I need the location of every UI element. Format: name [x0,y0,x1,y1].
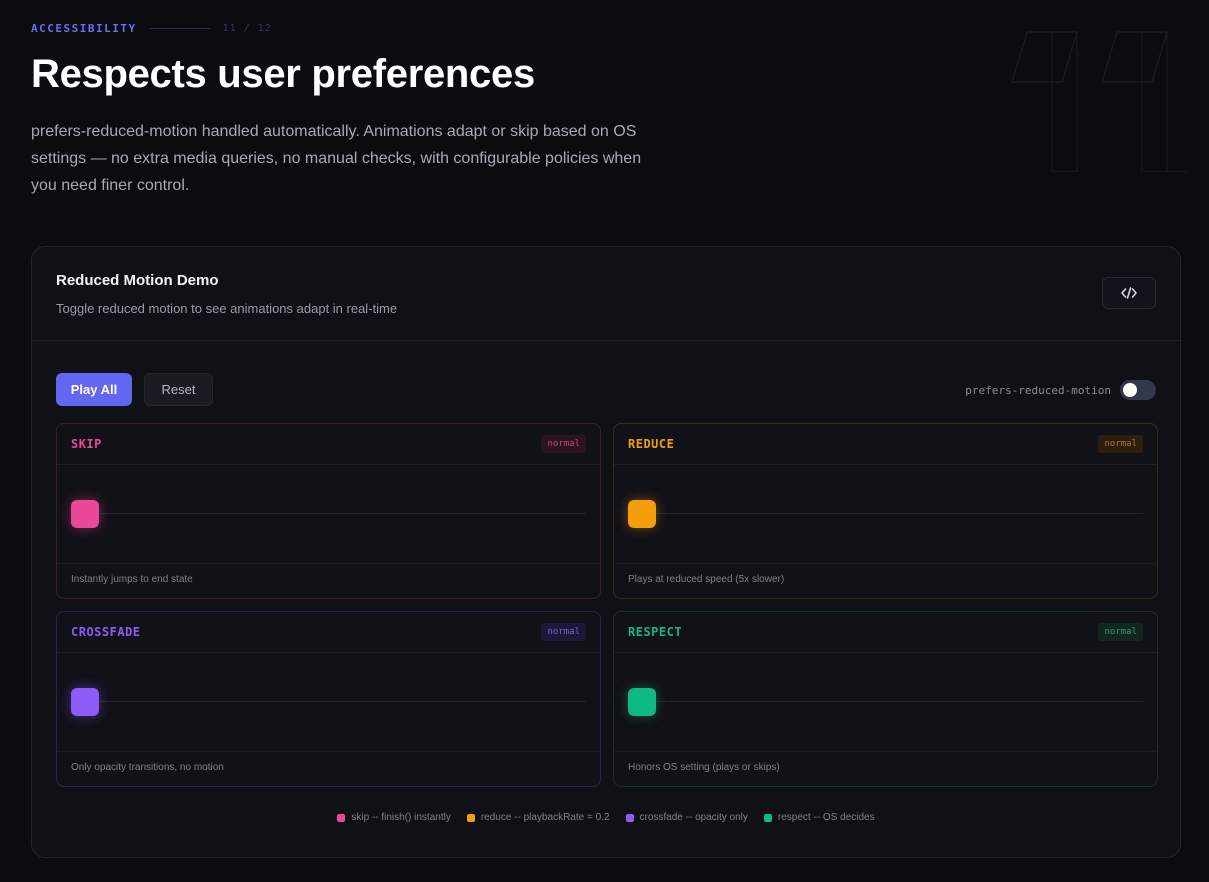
code-icon [1121,287,1137,299]
panel-header: RESPECT normal [614,612,1157,653]
reduced-motion-toggle[interactable]: prefers-reduced-motion [965,380,1156,400]
policy-legend: skip -- finish() instantly reduce -- pla… [32,812,1180,823]
panel-reduce: REDUCE normal Plays at reduced speed (5x… [613,423,1158,599]
demo-controls: Play All Reset [56,373,213,406]
legend-swatch [337,813,346,822]
panel-footer: Plays at reduced speed (5x slower) [614,563,1157,598]
animated-box [628,688,656,716]
panel-title: SKIP [71,437,102,451]
status-badge: normal [1098,435,1143,453]
panel-footer: Honors OS setting (plays or skips) [614,751,1157,786]
reset-button[interactable]: Reset [144,373,213,406]
animation-track [99,513,586,514]
legend-item-respect: respect -- OS decides [763,812,875,823]
panel-crossfade: CROSSFADE normal Only opacity transition… [56,611,601,787]
page-title: Respects user preferences [31,52,535,96]
decorative-slide-number-graphic [1011,31,1187,172]
slide-counter: 11 / 12 [222,22,272,34]
status-badge: normal [541,623,586,641]
demo-card-header: Reduced Motion Demo Toggle reduced motio… [32,247,1180,341]
panel-respect: RESPECT normal Honors OS setting (plays … [613,611,1158,787]
panel-description: Only opacity transitions, no motion [71,762,224,773]
section-eyebrow: ACCESSIBILITY 11 / 12 [31,21,272,35]
demo-title: Reduced Motion Demo [56,272,219,289]
status-badge: normal [1098,623,1143,641]
toggle-switch[interactable] [1120,380,1156,400]
panel-footer: Only opacity transitions, no motion [57,751,600,786]
panel-title: CROSSFADE [71,625,141,639]
panel-header: CROSSFADE normal [57,612,600,653]
animated-box [628,500,656,528]
panel-footer: Instantly jumps to end state [57,563,600,598]
panel-header: SKIP normal [57,424,600,465]
animation-track [656,513,1143,514]
panel-title: RESPECT [628,625,683,639]
legend-item-crossfade: crossfade -- opacity only [625,812,748,823]
status-badge: normal [541,435,586,453]
panel-description: Plays at reduced speed (5x slower) [628,574,785,585]
animation-track [99,701,586,702]
demo-subtitle: Toggle reduced motion to see animations … [56,301,398,316]
reduced-motion-demo-card: Reduced Motion Demo Toggle reduced motio… [31,246,1181,858]
view-code-button[interactable] [1102,277,1156,309]
animation-track [656,701,1143,702]
legend-swatch [466,813,475,822]
legend-label: respect -- OS decides [777,812,875,823]
panel-title: REDUCE [628,437,675,451]
legend-label: skip -- finish() instantly [351,812,451,823]
legend-item-reduce: reduce -- playbackRate = 0.2 [466,812,610,823]
toggle-knob [1123,383,1137,397]
reduced-motion-toggle-label: prefers-reduced-motion [965,383,1111,397]
legend-label: crossfade -- opacity only [639,812,748,823]
legend-item-skip: skip -- finish() instantly [337,812,451,823]
eyebrow-divider [149,27,210,29]
page-description: prefers-reduced-motion handled automatic… [31,123,642,194]
section-label: ACCESSIBILITY [31,21,137,35]
animated-box [71,500,99,528]
animated-box [71,688,99,716]
panel-header: REDUCE normal [614,424,1157,465]
play-all-button[interactable]: Play All [56,373,132,406]
legend-label: reduce -- playbackRate = 0.2 [480,812,610,823]
legend-swatch [625,813,634,822]
panel-description: Instantly jumps to end state [71,574,193,585]
legend-swatch [763,813,772,822]
panel-description: Honors OS setting (plays or skips) [628,762,780,773]
panel-skip: SKIP normal Instantly jumps to end state [56,423,601,599]
